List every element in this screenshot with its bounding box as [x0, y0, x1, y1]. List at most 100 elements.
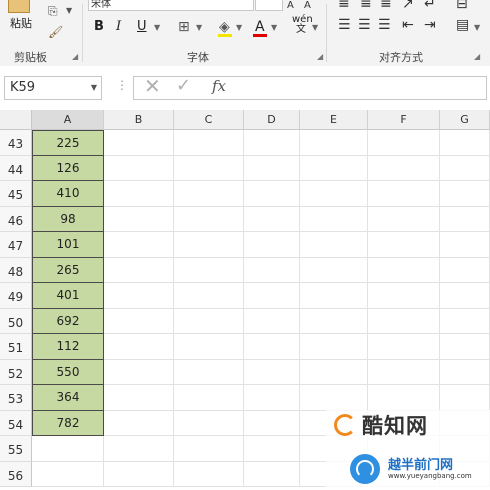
- decrease-font-size-icon[interactable]: A: [304, 0, 311, 11]
- row-header[interactable]: 55: [0, 436, 32, 462]
- cell[interactable]: [440, 232, 490, 258]
- cell-a[interactable]: 364: [32, 385, 104, 411]
- formula-bar-grip-icon[interactable]: ⋮: [116, 78, 128, 92]
- cell[interactable]: [244, 410, 300, 436]
- cell[interactable]: [368, 334, 440, 360]
- clipboard-launcher-icon[interactable]: ◢: [72, 52, 78, 61]
- cell[interactable]: [174, 155, 244, 181]
- cell[interactable]: [104, 410, 174, 436]
- font-color-dropdown-icon[interactable]: ▼: [271, 23, 277, 32]
- cell[interactable]: [368, 206, 440, 232]
- cell-a[interactable]: 112: [32, 334, 104, 360]
- cancel-icon[interactable]: ✕: [144, 74, 161, 98]
- cell[interactable]: [300, 257, 368, 283]
- cell[interactable]: [300, 385, 368, 411]
- cell[interactable]: [440, 206, 490, 232]
- phonetic-guide-icon[interactable]: wén文: [292, 15, 313, 35]
- font-name-box[interactable]: 宋体: [88, 0, 254, 11]
- cell-a[interactable]: [32, 461, 104, 487]
- cell[interactable]: [104, 181, 174, 207]
- cell[interactable]: [244, 359, 300, 385]
- cell[interactable]: [300, 308, 368, 334]
- cell-a[interactable]: 98: [32, 206, 104, 232]
- cell[interactable]: [244, 436, 300, 462]
- cell[interactable]: [104, 461, 174, 487]
- cell[interactable]: [440, 308, 490, 334]
- name-box-dropdown-icon[interactable]: ▼: [91, 83, 97, 92]
- cell[interactable]: [104, 257, 174, 283]
- merge-center-icon[interactable]: ▤: [456, 17, 469, 33]
- borders-icon[interactable]: ⊞: [178, 19, 190, 35]
- increase-font-size-icon[interactable]: A: [287, 0, 294, 11]
- cell[interactable]: [104, 334, 174, 360]
- row-header[interactable]: 56: [0, 461, 32, 487]
- cell-a[interactable]: 401: [32, 283, 104, 309]
- cell[interactable]: [368, 283, 440, 309]
- align-top-icon[interactable]: ≡: [338, 0, 350, 12]
- decrease-indent-icon[interactable]: ⇤: [402, 17, 414, 33]
- formula-input[interactable]: [246, 76, 487, 100]
- cell[interactable]: [174, 283, 244, 309]
- cell-a[interactable]: 265: [32, 257, 104, 283]
- cell[interactable]: [104, 385, 174, 411]
- font-size-box[interactable]: [255, 0, 283, 11]
- cell[interactable]: [104, 436, 174, 462]
- row-header[interactable]: 47: [0, 232, 32, 258]
- cell[interactable]: [174, 257, 244, 283]
- name-box[interactable]: K59 ▼: [4, 76, 102, 100]
- cell[interactable]: [300, 283, 368, 309]
- cell[interactable]: [104, 155, 174, 181]
- cell[interactable]: [300, 359, 368, 385]
- cell[interactable]: [368, 155, 440, 181]
- select-all-corner[interactable]: [0, 110, 32, 130]
- cell[interactable]: [174, 436, 244, 462]
- cell[interactable]: [368, 232, 440, 258]
- borders-dropdown-icon[interactable]: ▼: [196, 23, 202, 32]
- increase-indent-icon[interactable]: ⇥: [424, 17, 436, 33]
- cell[interactable]: [244, 232, 300, 258]
- cell[interactable]: [104, 232, 174, 258]
- cell[interactable]: [174, 359, 244, 385]
- row-header[interactable]: 45: [0, 181, 32, 207]
- cell[interactable]: [440, 257, 490, 283]
- cell[interactable]: [440, 385, 490, 411]
- cell[interactable]: [174, 181, 244, 207]
- cell-a[interactable]: [32, 436, 104, 462]
- align-bottom-icon[interactable]: ≡: [380, 0, 392, 12]
- cell[interactable]: [174, 206, 244, 232]
- cell[interactable]: [300, 155, 368, 181]
- cell[interactable]: [244, 334, 300, 360]
- cell[interactable]: [174, 410, 244, 436]
- paste-button[interactable]: 粘贴: [10, 15, 32, 31]
- cell[interactable]: [244, 206, 300, 232]
- enter-check-icon[interactable]: ✓: [176, 75, 191, 96]
- italic-button[interactable]: I: [116, 19, 121, 34]
- cell[interactable]: [368, 308, 440, 334]
- font-color-icon[interactable]: A: [255, 19, 265, 35]
- cell[interactable]: [174, 334, 244, 360]
- cell[interactable]: [300, 232, 368, 258]
- row-header[interactable]: 46: [0, 206, 32, 232]
- cell[interactable]: [300, 334, 368, 360]
- cell[interactable]: [368, 130, 440, 156]
- underline-button[interactable]: U: [137, 19, 147, 34]
- cell[interactable]: [368, 385, 440, 411]
- cell-a[interactable]: 782: [32, 410, 104, 436]
- cell[interactable]: [174, 385, 244, 411]
- copy-dropdown-icon[interactable]: ▼: [66, 6, 72, 15]
- phonetic-dropdown-icon[interactable]: ▼: [312, 23, 318, 32]
- cell-a[interactable]: 225: [32, 130, 104, 156]
- row-header[interactable]: 43: [0, 130, 32, 156]
- copy-icon[interactable]: ⎘: [48, 4, 58, 19]
- cell-a[interactable]: 101: [32, 232, 104, 258]
- row-header[interactable]: 53: [0, 385, 32, 411]
- align-right-icon[interactable]: ☰: [378, 17, 391, 33]
- cell[interactable]: [244, 130, 300, 156]
- font-launcher-icon[interactable]: ◢: [317, 52, 323, 61]
- cell[interactable]: [174, 461, 244, 487]
- cell[interactable]: [244, 385, 300, 411]
- cell[interactable]: [104, 308, 174, 334]
- wrap-text-icon[interactable]: ↵: [424, 0, 436, 12]
- cell[interactable]: [104, 359, 174, 385]
- underline-dropdown-icon[interactable]: ▼: [154, 23, 160, 32]
